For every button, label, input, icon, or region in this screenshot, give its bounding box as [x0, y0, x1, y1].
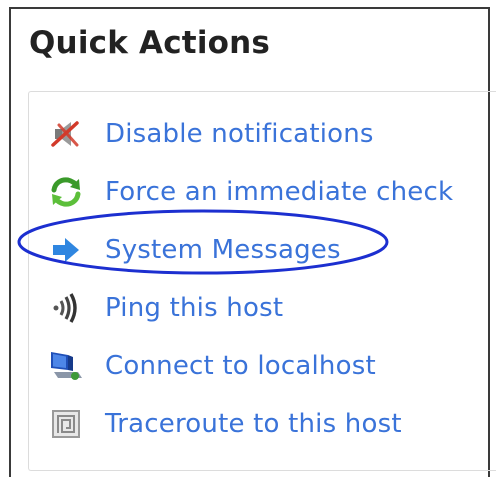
computer-monitor-icon — [47, 347, 85, 385]
action-label[interactable]: Disable notifications — [105, 119, 374, 149]
action-system-messages[interactable]: System Messages — [47, 230, 341, 270]
action-label[interactable]: Connect to localhost — [105, 351, 376, 381]
signal-waves-icon — [47, 289, 85, 327]
action-disable-notifications[interactable]: Disable notifications — [47, 114, 374, 154]
refresh-arrows-icon — [47, 173, 85, 211]
right-arrow-icon — [47, 231, 85, 269]
action-label[interactable]: Ping this host — [105, 293, 283, 323]
muted-speaker-icon — [47, 115, 85, 153]
action-label[interactable]: System Messages — [105, 235, 341, 265]
action-traceroute[interactable]: Traceroute to this host — [47, 404, 402, 444]
actions-box: Disable notifications Force an immediate… — [28, 91, 496, 471]
route-maze-icon — [47, 405, 85, 443]
action-ping-host[interactable]: Ping this host — [47, 288, 283, 328]
action-connect-localhost[interactable]: Connect to localhost — [47, 346, 376, 386]
panel-title: Quick Actions — [29, 25, 271, 61]
action-force-check[interactable]: Force an immediate check — [47, 172, 453, 212]
action-label[interactable]: Force an immediate check — [105, 177, 453, 207]
quick-actions-panel: Quick Actions Disable notifications Forc… — [9, 7, 496, 477]
action-label[interactable]: Traceroute to this host — [105, 409, 402, 439]
